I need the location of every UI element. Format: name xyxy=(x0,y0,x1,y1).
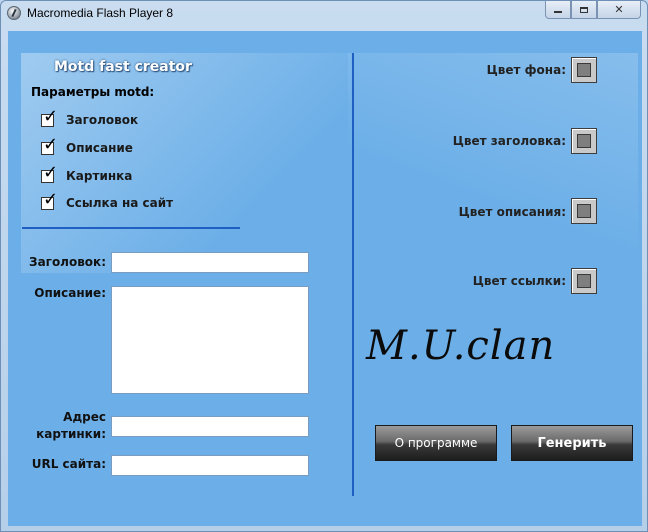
description-textarea[interactable] xyxy=(111,286,309,394)
background-color-swatch[interactable] xyxy=(571,57,597,83)
maximize-icon xyxy=(580,6,588,13)
option-image-row[interactable]: ✓ Картинка xyxy=(41,163,133,185)
description-field-label: Описание: xyxy=(34,286,106,300)
minimize-button[interactable] xyxy=(545,1,571,19)
site-url-input[interactable] xyxy=(111,455,309,476)
checkmark-icon: ✓ xyxy=(43,188,59,210)
minimize-icon xyxy=(554,10,562,13)
window-controls: ✕ xyxy=(545,1,641,19)
option-description-checkbox[interactable]: ✓ xyxy=(41,135,58,155)
about-button[interactable]: О программе xyxy=(375,425,497,461)
title-color-label: Цвет заголовка: xyxy=(452,134,566,148)
title-color-swatch[interactable] xyxy=(571,128,597,154)
color-swatch-icon xyxy=(577,63,591,77)
option-title-row[interactable]: ✓ Заголовок xyxy=(41,107,139,129)
link-color-swatch[interactable] xyxy=(571,268,597,294)
checkmark-icon: ✓ xyxy=(43,133,59,155)
vertical-divider xyxy=(352,53,354,496)
option-image-label: Картинка xyxy=(66,169,133,183)
title-field-label: Заголовок: xyxy=(29,255,106,269)
window-title: Macromedia Flash Player 8 xyxy=(27,6,174,20)
option-title-checkbox[interactable]: ✓ xyxy=(41,107,58,127)
option-image-checkbox[interactable]: ✓ xyxy=(41,163,58,183)
image-field-label-line1: Адрес xyxy=(63,410,106,424)
description-color-label: Цвет описания: xyxy=(458,205,566,219)
checkmark-icon: ✓ xyxy=(43,161,59,183)
title-input[interactable] xyxy=(111,252,309,273)
flash-content: Motd fast creator Параметры motd: ✓ Заго… xyxy=(8,31,642,526)
params-label: Параметры motd: xyxy=(31,85,155,99)
option-link-checkbox[interactable]: ✓ xyxy=(41,190,58,210)
app-heading: Motd fast creator xyxy=(54,59,192,75)
option-link-label: Ссылка на сайт xyxy=(66,196,174,210)
site-url-label: URL сайта: xyxy=(31,457,106,471)
maximize-button[interactable] xyxy=(571,1,597,19)
option-description-label: Описание xyxy=(66,141,133,155)
option-title-label: Заголовок xyxy=(66,113,139,127)
horizontal-divider xyxy=(22,227,240,229)
link-color-label: Цвет ссылки: xyxy=(472,274,566,288)
generate-button[interactable]: Генерить xyxy=(511,425,633,461)
checkmark-icon: ✓ xyxy=(43,105,59,127)
image-field-label-line2: картинки: xyxy=(36,427,106,441)
close-icon: ✕ xyxy=(614,3,624,16)
option-link-row[interactable]: ✓ Ссылка на сайт xyxy=(41,190,174,212)
title-bar[interactable]: Macromedia Flash Player 8 ✕ xyxy=(1,1,647,27)
background-color-label: Цвет фона: xyxy=(486,63,566,77)
image-url-input[interactable] xyxy=(111,416,309,437)
option-description-row[interactable]: ✓ Описание xyxy=(41,135,133,157)
color-swatch-icon xyxy=(577,274,591,288)
description-color-swatch[interactable] xyxy=(571,198,597,224)
close-button[interactable]: ✕ xyxy=(597,1,641,19)
clan-logo: M.U.clan xyxy=(366,323,556,369)
color-swatch-icon xyxy=(577,204,591,218)
color-swatch-icon xyxy=(577,134,591,148)
app-window: Macromedia Flash Player 8 ✕ Motd fast cr… xyxy=(0,0,648,532)
flash-player-icon xyxy=(7,6,21,20)
